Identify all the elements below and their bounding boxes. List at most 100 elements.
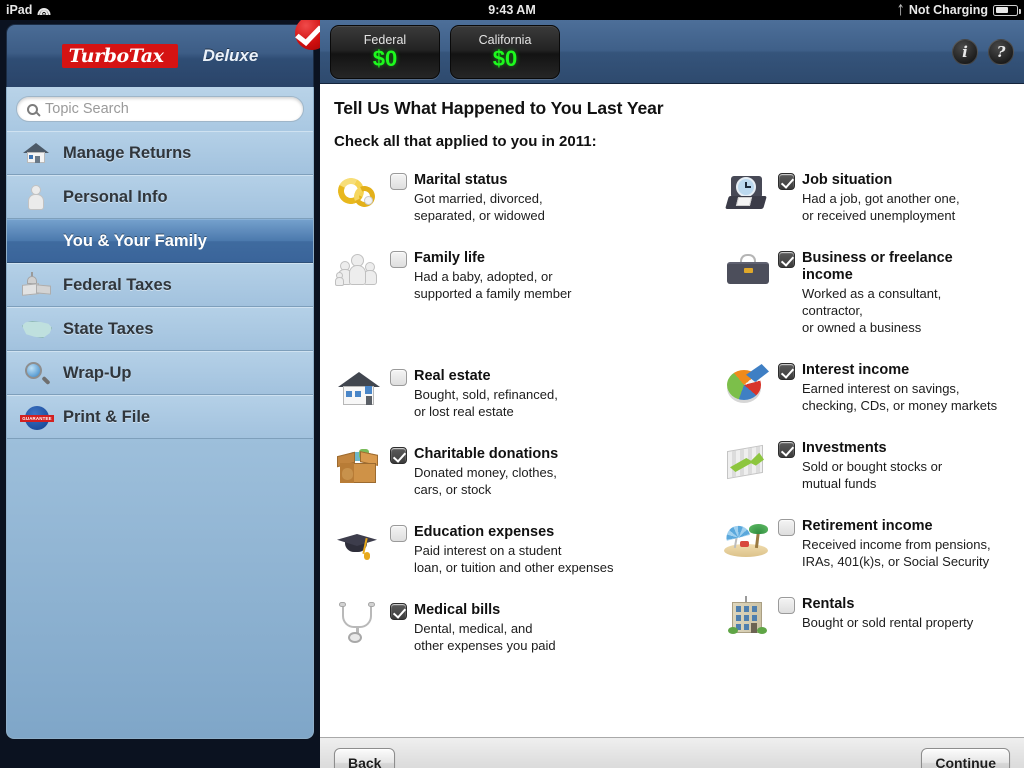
option-title: Job situation [802, 172, 893, 188]
option-charitable-donations[interactable]: Charitable donations Donated money, clot… [334, 444, 714, 498]
investment-chart-icon [722, 438, 778, 486]
wedding-rings-icon [334, 170, 390, 218]
status-bar-right: ᛏ Not Charging [897, 0, 1021, 20]
option-rentals[interactable]: Rentals Bought or sold rental property [722, 594, 1024, 642]
bluetooth-icon: ᛏ [897, 3, 904, 17]
person-icon [17, 181, 57, 213]
refund-california-button[interactable]: California $0 [450, 24, 560, 79]
info-icon[interactable]: i [952, 38, 978, 65]
option-description: Dental, medical, and other expenses you … [414, 621, 556, 653]
sidebar-item-label: Wrap-Up [63, 363, 132, 382]
sidebar-item-label: State Taxes [63, 319, 154, 338]
red-checkmark-icon [295, 20, 320, 50]
refund-amount: $0 [492, 45, 518, 71]
search-input[interactable]: Topic Search [16, 96, 304, 122]
option-description: Received income from pensions, IRAs, 401… [802, 537, 991, 569]
option-title: Business or freelance income [802, 250, 953, 283]
option-title: Education expenses [414, 524, 555, 540]
option-business-freelance-income[interactable]: Business or freelance income Worked as a… [722, 248, 1024, 336]
donation-box-icon [334, 444, 390, 492]
option-education-expenses[interactable]: Education expenses Paid interest on a st… [334, 522, 714, 576]
sidebar-item-personal-info[interactable]: Personal Info [7, 175, 313, 219]
pie-chart-icon [722, 360, 778, 408]
wifi-icon [37, 5, 51, 16]
sidebar-nav: Manage Returns Personal Info You & Your … [6, 131, 314, 439]
option-title: Family life [414, 250, 485, 266]
option-family-life[interactable]: Family life Had a baby, adopted, or supp… [334, 248, 714, 302]
checkbox-business-freelance-income[interactable] [778, 251, 795, 268]
sidebar-item-label: Manage Returns [63, 143, 192, 162]
refund-federal-button[interactable]: Federal $0 [330, 24, 440, 79]
search-container: Topic Search [6, 87, 314, 131]
sidebar-item-print-and-file[interactable]: GUARANTEE Print & File [7, 395, 313, 439]
checkbox-rentals[interactable] [778, 597, 795, 614]
back-button[interactable]: Back [334, 748, 396, 768]
sidebar-item-federal-taxes[interactable]: Federal Taxes [7, 263, 313, 307]
battery-icon [993, 4, 1021, 16]
sidebar-item-label: Federal Taxes [63, 275, 172, 294]
option-description: Donated money, clothes, cars, or stock [414, 465, 557, 497]
checkbox-interest-income[interactable] [778, 363, 795, 380]
checkbox-medical-bills[interactable] [390, 603, 407, 620]
family-icon [334, 248, 390, 296]
sidebar-empty-area [6, 439, 314, 739]
option-retirement-income[interactable]: Retirement income Received income from p… [722, 516, 1024, 570]
option-title: Retirement income [802, 518, 933, 534]
help-icon[interactable]: ? [988, 38, 1014, 65]
edition-label: Deluxe [202, 46, 259, 65]
options-left-column: Marital status Got married, divorced, se… [334, 170, 714, 654]
home-icon [17, 137, 57, 169]
option-job-situation[interactable]: Job situation Had a job, got another one… [722, 170, 1024, 224]
option-medical-bills[interactable]: Medical bills Dental, medical, and other… [334, 600, 714, 654]
option-description: Bought, sold, refinanced, or lost real e… [414, 387, 558, 419]
option-description: Had a job, got another one, or received … [802, 191, 960, 223]
clock-time: 9:43 AM [488, 3, 536, 17]
sidebar: TurboTax Deluxe Topic Search Manage Retu… [0, 20, 320, 768]
usa-map-icon [17, 313, 57, 345]
bottom-toolbar: Back Continue [320, 737, 1024, 768]
beach-icon [722, 516, 778, 564]
graduation-cap-icon [334, 522, 390, 570]
option-title: Rentals [802, 596, 855, 612]
search-placeholder: Topic Search [45, 101, 129, 117]
checkbox-job-situation[interactable] [778, 173, 795, 190]
checkbox-marital-status[interactable] [390, 173, 407, 190]
option-marital-status[interactable]: Marital status Got married, divorced, se… [334, 170, 714, 224]
options-right-column: Job situation Had a job, got another one… [722, 170, 1024, 642]
checkbox-education-expenses[interactable] [390, 525, 407, 542]
device-name: iPad [6, 3, 33, 17]
building-icon [722, 594, 778, 642]
sidebar-item-wrap-up[interactable]: Wrap-Up [7, 351, 313, 395]
option-description: Sold or bought stocks or mutual funds [802, 459, 943, 491]
option-description: Had a baby, adopted, or supported a fami… [414, 269, 572, 301]
brand-header: TurboTax Deluxe [6, 20, 320, 87]
checkbox-investments[interactable] [778, 441, 795, 458]
turbotax-logo: TurboTax Deluxe [61, 20, 320, 68]
refund-toolbar: Federal $0 California $0 i ? [320, 20, 1024, 84]
status-bar: iPad 9:43 AM ᛏ Not Charging [0, 0, 1024, 20]
checkbox-charitable-donations[interactable] [390, 447, 407, 464]
option-real-estate[interactable]: Real estate Bought, sold, refinanced, or… [334, 366, 714, 420]
capitol-icon [17, 269, 57, 301]
status-bar-center: 9:43 AM [0, 0, 1024, 20]
option-title: Charitable donations [414, 446, 559, 462]
sidebar-item-manage-returns[interactable]: Manage Returns [7, 131, 313, 175]
sidebar-item-state-taxes[interactable]: State Taxes [7, 307, 313, 351]
sidebar-item-label: Personal Info [63, 187, 168, 206]
option-title: Real estate [414, 368, 491, 384]
refund-label: Federal [363, 32, 407, 47]
continue-button[interactable]: Continue [921, 748, 1010, 768]
option-title: Interest income [802, 362, 910, 378]
checkbox-retirement-income[interactable] [778, 519, 795, 536]
sidebar-item-you-and-your-family[interactable]: You & Your Family [7, 219, 313, 263]
checkbox-family-life[interactable] [390, 251, 407, 268]
battery-status-text: Not Charging [908, 3, 988, 17]
option-interest-income[interactable]: Interest income Earned interest on savin… [722, 360, 1024, 414]
option-title: Investments [802, 440, 887, 456]
option-investments[interactable]: Investments Sold or bought stocks or mut… [722, 438, 1024, 492]
option-description: Got married, divorced, separated, or wid… [414, 191, 545, 223]
main-panel: Federal $0 California $0 i ? Tell Us Wha… [320, 20, 1024, 768]
checkbox-real-estate[interactable] [390, 369, 407, 386]
briefcase-icon [722, 248, 778, 296]
search-icon [27, 103, 38, 115]
